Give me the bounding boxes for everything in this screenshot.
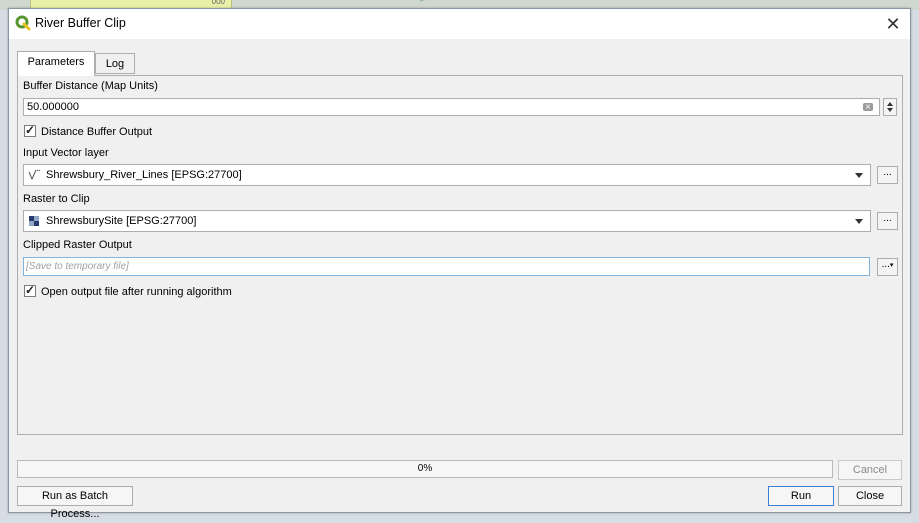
input-vector-value: Shrewsbury_River_Lines [EPSG:27700] bbox=[46, 169, 242, 181]
buffer-distance-value: 50.000000 bbox=[27, 101, 79, 113]
raster-to-clip-browse-button[interactable]: ... bbox=[877, 212, 898, 230]
clipped-raster-output-input[interactable] bbox=[24, 258, 857, 275]
line-layer-icon bbox=[28, 169, 41, 181]
title-bar: River Buffer Clip ✕ bbox=[9, 9, 910, 39]
clipped-output-browse-button[interactable]: ...▾ bbox=[877, 258, 898, 276]
clear-icon[interactable] bbox=[863, 100, 873, 116]
buffer-distance-field[interactable]: 50.000000 bbox=[23, 98, 880, 116]
input-vector-combo[interactable]: Shrewsbury_River_Lines [EPSG:27700] bbox=[23, 164, 871, 186]
chevron-down-icon: ▾ bbox=[889, 262, 894, 269]
browse-dots: ... bbox=[881, 259, 890, 270]
parameters-panel: Buffer Distance (Map Units) 50.000000 Di… bbox=[17, 75, 903, 435]
buffer-distance-spinner[interactable] bbox=[883, 98, 897, 116]
run-button[interactable]: Run bbox=[768, 486, 834, 506]
distance-buffer-output-checkbox[interactable] bbox=[24, 123, 36, 137]
river-buffer-clip-dialog: River Buffer Clip ✕ Parameters Log Buffe… bbox=[8, 8, 911, 520]
close-icon[interactable]: ✕ bbox=[882, 13, 904, 35]
run-as-batch-button[interactable]: Run as Batch Process... bbox=[17, 486, 133, 520]
buffer-distance-label: Buffer Distance (Map Units) bbox=[23, 80, 158, 92]
clipped-raster-output-field[interactable] bbox=[23, 257, 870, 276]
spin-down-icon[interactable] bbox=[887, 108, 893, 112]
input-vector-browse-button[interactable]: ... bbox=[877, 166, 898, 184]
distance-buffer-output-label: Distance Buffer Output bbox=[41, 126, 153, 138]
raster-to-clip-label: Raster to Clip bbox=[23, 193, 90, 205]
spin-up-icon[interactable] bbox=[887, 102, 893, 106]
clipped-raster-output-label: Clipped Raster Output bbox=[23, 239, 132, 251]
raster-to-clip-combo[interactable]: ShrewsburySite [EPSG:27700] bbox=[23, 210, 871, 232]
window-title: River Buffer Clip bbox=[35, 16, 126, 30]
open-output-checkbox[interactable] bbox=[24, 283, 36, 297]
chevron-down-icon[interactable] bbox=[855, 173, 863, 178]
progress-text: 0% bbox=[417, 463, 433, 474]
qgis-logo-icon bbox=[15, 15, 31, 31]
tab-parameters[interactable]: Parameters bbox=[17, 51, 95, 76]
progress-bar: 0% bbox=[17, 460, 833, 478]
input-vector-label: Input Vector layer bbox=[23, 147, 109, 159]
tab-log[interactable]: Log bbox=[95, 53, 135, 74]
cancel-button[interactable]: Cancel bbox=[838, 460, 902, 480]
chevron-down-icon[interactable] bbox=[855, 219, 863, 224]
open-output-label: Open output file after running algorithm bbox=[41, 286, 232, 298]
raster-to-clip-value: ShrewsburySite [EPSG:27700] bbox=[46, 215, 197, 227]
background-tab-text: 000 bbox=[211, 0, 225, 6]
close-button[interactable]: Close bbox=[838, 486, 902, 506]
raster-layer-icon bbox=[29, 216, 39, 226]
